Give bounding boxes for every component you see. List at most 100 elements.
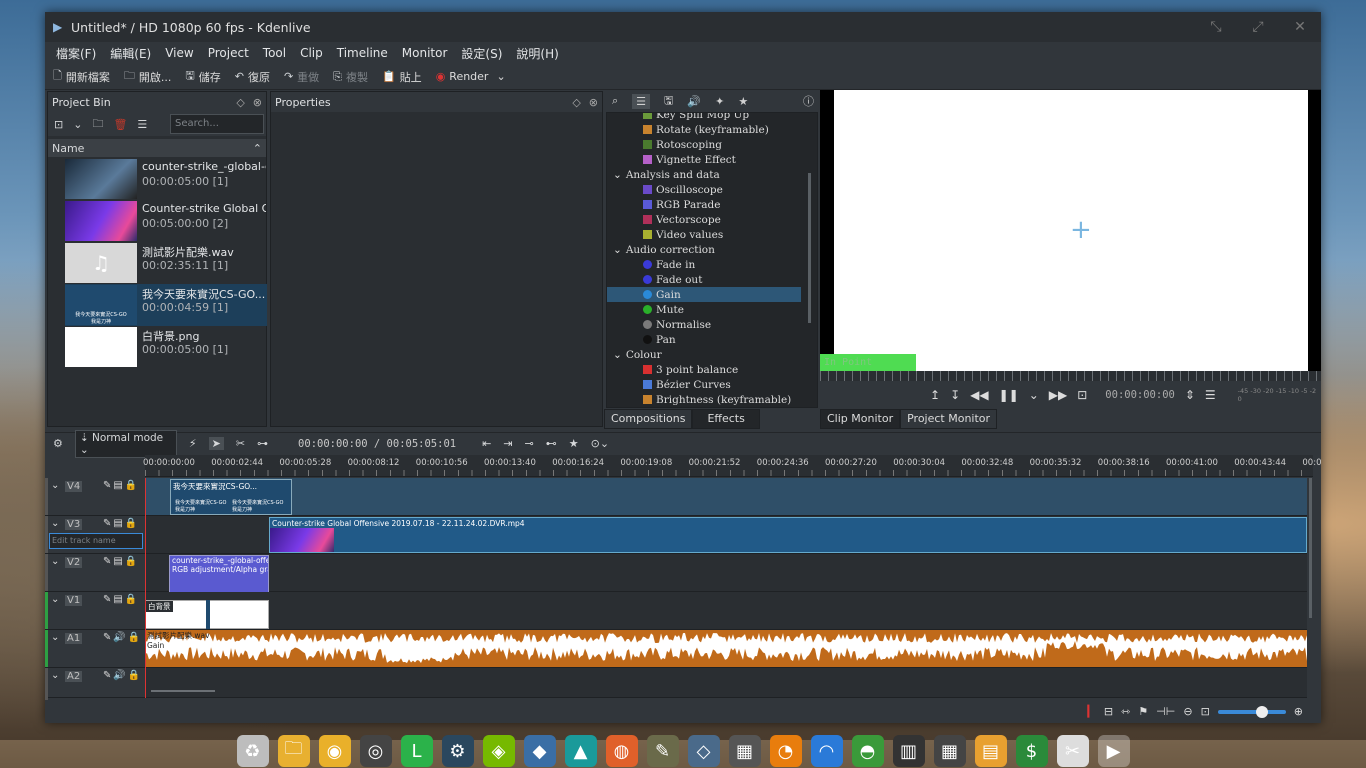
effect-category[interactable]: ⌄ Analysis and data <box>607 167 720 182</box>
video-clip[interactable]: Counter-strike Global Offensive 2019.07.… <box>269 517 1307 553</box>
scrollbar[interactable] <box>808 173 811 323</box>
flag-icon[interactable]: ⚑ <box>1138 705 1148 718</box>
extract-icon[interactable]: ⊷ <box>546 437 557 450</box>
playhead[interactable] <box>145 478 146 698</box>
zoom-in-icon[interactable]: ⊕ <box>1294 705 1303 718</box>
effect-item[interactable]: Pan <box>607 332 676 347</box>
menu-item[interactable]: Timeline <box>330 46 395 60</box>
expand-icon[interactable]: ⌄ <box>613 244 622 256</box>
info-icon[interactable]: ⓘ <box>803 93 814 109</box>
float-icon[interactable]: ◇ <box>236 96 244 109</box>
menu-icon[interactable]: ☰ <box>137 118 147 131</box>
virtualbox-icon[interactable]: ◆ <box>523 735 556 767</box>
search-icon[interactable]: ⌕ <box>612 94 618 108</box>
effect-item[interactable]: Bézier Curves <box>607 377 731 392</box>
track-header-a1[interactable]: ⌄ A1 ✎🔊🔒 <box>45 630 145 668</box>
list-view-icon[interactable]: ☰ <box>632 93 651 109</box>
expand-icon[interactable]: ⌄ <box>613 169 622 181</box>
tab-project-monitor[interactable]: Project Monitor <box>900 409 998 429</box>
bin-search-input[interactable]: Search... <box>170 114 264 134</box>
zoom-slider[interactable] <box>1217 705 1286 718</box>
menu-item[interactable]: Clip <box>293 46 330 60</box>
effect-category[interactable]: ⌄ Audio correction <box>607 242 715 257</box>
effect-item[interactable]: Fade in <box>607 257 695 272</box>
favorite-effects-icon[interactable]: ★ <box>569 437 579 450</box>
bin-item[interactable]: ♫ 測試影片配樂.wav 00:02:35:11 [1] <box>65 242 267 284</box>
add-clip-icon[interactable]: ⊡ <box>54 118 63 131</box>
expand-icon[interactable]: ⌄ <box>613 349 622 361</box>
effect-category[interactable]: ⌄ Colour <box>607 347 662 362</box>
undo-button[interactable]: ↶ 復原 <box>235 69 270 85</box>
track-lane-v4[interactable]: 我今天要來實況CS-GO... 我今天要來實況CS-GO 我是刀神 我今天要來實… <box>145 478 1307 516</box>
clip-monitor[interactable]: + In Point ↥ ↧ ◀◀ ❚❚ ⌄ ▶▶ ⊡ 00:00:00:00 … <box>820 90 1321 408</box>
filmstrip-icon[interactable]: ▦ <box>728 735 761 767</box>
delete-icon[interactable]: 🗑 <box>113 118 127 131</box>
add-folder-icon[interactable]: 🗀 <box>92 115 103 134</box>
track-controls[interactable]: ✎▤🔒 <box>103 556 139 567</box>
menu-item[interactable]: 檔案(F) <box>49 45 103 62</box>
track-header-v4[interactable]: ⌄ V4 ✎▤🔒 <box>45 478 145 516</box>
effect-item[interactable]: Key Spill Mop Up <box>607 113 749 122</box>
inkscape-icon[interactable]: ▲ <box>564 735 597 767</box>
menu-item[interactable]: View <box>158 46 200 60</box>
float-icon[interactable]: ◇ <box>572 96 580 109</box>
file-manager-icon[interactable]: 🗀 <box>277 735 310 767</box>
track-controls[interactable]: ✎▤🔒 <box>103 480 139 491</box>
effect-item[interactable]: Oscilloscope <box>607 182 723 197</box>
bin-column-header[interactable]: Name ⌃ <box>48 139 266 157</box>
bin-item[interactable]: Counter-strike Global O 00:05:00:00 [2] <box>65 200 267 242</box>
rewind-icon[interactable]: ◀◀ <box>970 388 988 402</box>
spacer-icon[interactable]: ⊶ <box>257 437 268 450</box>
menu-item[interactable]: 編輯(E) <box>103 45 158 62</box>
track-name[interactable]: V3 <box>65 519 83 530</box>
effect-item[interactable]: Gain <box>607 287 801 302</box>
collapse-icon[interactable]: ⌄ <box>51 632 59 643</box>
gimp-icon[interactable]: ✎ <box>646 735 679 767</box>
select-tool-icon[interactable]: ➤ <box>208 437 224 450</box>
render-button[interactable]: ◉ Render ⌄ <box>436 70 506 83</box>
effect-item[interactable]: Mute <box>607 302 684 317</box>
chevron-down-icon[interactable]: ⌄ <box>496 70 505 83</box>
paste-button[interactable]: 📋 貼上 <box>382 69 422 85</box>
timeline-ruler[interactable]: 00:00:00:00 00:00:02:44 00:00:05:28 00:00:0… <box>143 455 1321 477</box>
dropdown-icon[interactable]: ⌄ <box>73 118 82 131</box>
effect-item[interactable]: Rotoscoping <box>607 137 722 152</box>
redo-button[interactable]: ↷ 重做 <box>284 69 319 85</box>
spin-icon[interactable]: ⇕ <box>1185 388 1195 402</box>
zoom-fit-icon[interactable]: ⊡ <box>1201 705 1210 718</box>
effect-item[interactable]: RGB Parade <box>607 197 720 212</box>
monitor-menu-icon[interactable]: ☰ <box>1205 388 1216 402</box>
menu-item[interactable]: Monitor <box>395 46 455 60</box>
save-button[interactable]: 🖫 儲存 <box>185 67 220 86</box>
track-lane-a2[interactable] <box>145 668 1307 698</box>
track-name[interactable]: V1 <box>65 595 83 606</box>
collapse-icon[interactable]: ⌄ <box>51 594 59 605</box>
effect-item[interactable]: Video values <box>607 227 723 242</box>
audio-app-icon[interactable]: ◓ <box>851 735 884 767</box>
snap-icon[interactable]: ⊟ <box>1104 705 1113 718</box>
track-lane-v1[interactable]: 白背景 <box>145 592 1307 630</box>
effect-item[interactable]: Rotate (keyframable) <box>607 122 769 137</box>
cut-icon[interactable]: ✂ <box>236 437 245 450</box>
track-name[interactable]: V2 <box>65 557 83 568</box>
fit-icon[interactable]: ⊣⊢ <box>1156 705 1175 718</box>
chrome-icon[interactable]: ◉ <box>318 735 351 767</box>
track-controls[interactable]: ✎🔊🔒 <box>103 670 142 681</box>
piano-icon[interactable]: ▥ <box>892 735 925 767</box>
record-icon[interactable]: ◎ <box>359 735 392 767</box>
headphones-icon[interactable]: ◠ <box>810 735 843 767</box>
set-in-icon[interactable]: ↥ <box>930 388 940 402</box>
collapse-icon[interactable]: ⌄ <box>51 518 59 529</box>
lift-icon[interactable]: ⊸ <box>525 437 534 450</box>
money-icon[interactable]: $ <box>1015 735 1048 767</box>
insert-icon[interactable]: ⇤ <box>482 437 491 450</box>
zoom-out-icon[interactable]: ⊖ <box>1183 705 1192 718</box>
tab-compositions[interactable]: Compositions <box>604 409 693 429</box>
edit-mode-select[interactable]: ⇣ Normal mode ⌄ <box>74 429 177 458</box>
track-header-v2[interactable]: ⌄ V2 ✎▤🔒 <box>45 554 145 592</box>
favorites-icon[interactable]: ★ <box>738 95 748 108</box>
horizontal-scrollbar[interactable] <box>151 690 215 692</box>
calculator-icon[interactable]: ▦ <box>933 735 966 767</box>
kdenlive-icon[interactable]: ▶ <box>1097 735 1130 767</box>
menu-item[interactable]: 設定(S) <box>454 45 509 62</box>
